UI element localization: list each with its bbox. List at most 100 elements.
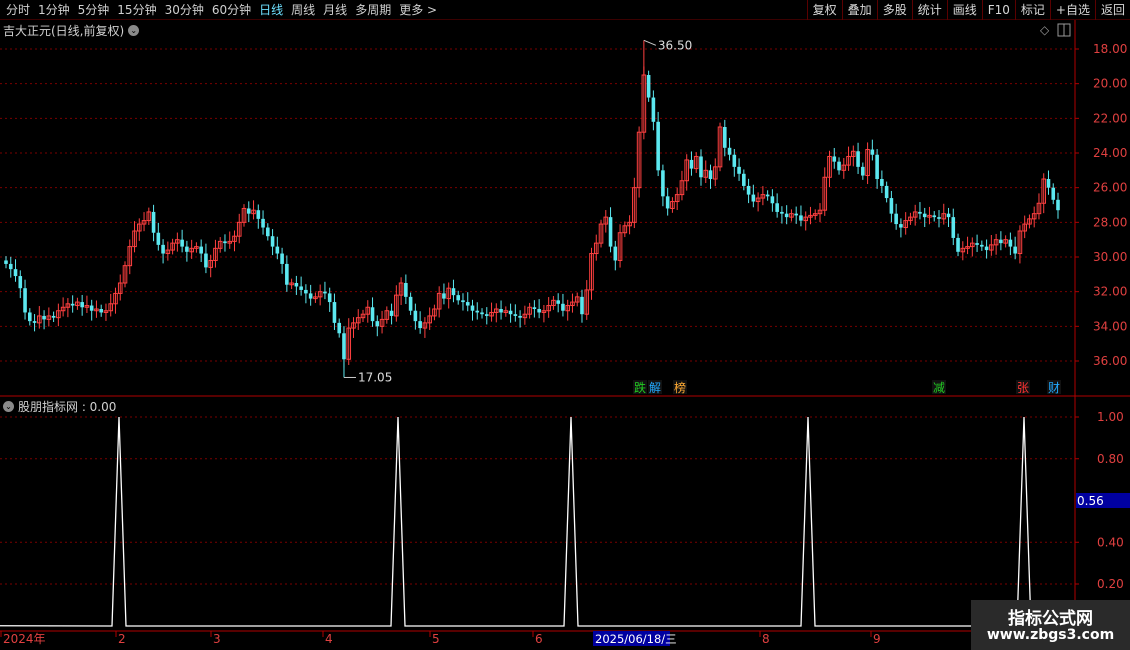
event-tag: 跌	[634, 380, 646, 395]
x-tick-label: 5	[432, 632, 440, 646]
candle-body	[856, 151, 860, 167]
candle-body	[951, 217, 956, 238]
candle-body	[375, 321, 380, 327]
period-tab-6[interactable]: 日线	[255, 0, 287, 20]
candle-body	[884, 185, 889, 199]
candle-body	[861, 166, 865, 176]
y-tick-label: 0.40	[1097, 535, 1124, 549]
y-tick-label: 24.00	[1093, 146, 1127, 160]
candle-body	[751, 194, 756, 202]
x-tick-label: 6	[535, 632, 543, 646]
y-tick-label: 22.00	[1093, 111, 1127, 125]
candle-body	[8, 263, 13, 270]
candle-body	[984, 246, 989, 251]
toolbar-button-3[interactable]: 统计	[911, 0, 947, 20]
candle-body	[475, 310, 480, 313]
chart-canvas[interactable]: 36.50 17.05 跌解榜 减 张 财 36.00 34.00 32.00 30.00 28.…	[0, 20, 1130, 650]
candle-body	[561, 303, 565, 311]
candle-body	[1051, 187, 1056, 200]
candle-body	[656, 121, 660, 171]
high-pointer	[643, 39, 657, 46]
candle-body	[722, 127, 727, 148]
candle-body	[204, 253, 208, 268]
candle-body	[275, 246, 280, 254]
y-tick-label: 32.00	[1093, 285, 1127, 299]
candle-body	[999, 239, 1003, 244]
y-tick-label: 28.00	[1093, 215, 1127, 229]
candle-body	[775, 203, 779, 212]
chevron-down-icon[interactable]: ⌄	[3, 401, 14, 412]
candle-body	[80, 302, 84, 308]
candle-body	[389, 310, 394, 316]
candle-body	[4, 260, 8, 264]
period-tab-8[interactable]: 月线	[319, 0, 351, 20]
candle-body	[342, 333, 346, 360]
candle-body	[337, 322, 342, 334]
x-tick-label: 9	[873, 632, 881, 646]
candle-body	[408, 296, 413, 311]
toolbar-button-0[interactable]: 复权	[806, 0, 842, 20]
period-tab-3[interactable]: 15分钟	[113, 0, 160, 20]
candle-body	[613, 246, 618, 261]
toolbar-button-4[interactable]: 画线	[946, 0, 982, 20]
candle-body	[42, 315, 46, 320]
candle-body	[513, 314, 518, 316]
candle-body	[246, 208, 251, 214]
event-tag: 榜	[674, 380, 686, 395]
candle-body	[832, 156, 837, 162]
candle-body	[413, 310, 418, 322]
y-tick-label: 34.00	[1093, 319, 1127, 333]
toolbar-button-1[interactable]: 叠加	[841, 0, 877, 20]
chevron-down-icon[interactable]: ⌄	[128, 25, 140, 36]
candle-body	[518, 315, 522, 318]
candle-body	[661, 170, 665, 197]
stock-title: 吉大正元(日线,前复权)	[3, 24, 125, 38]
candle-body	[918, 211, 922, 214]
period-tab-4[interactable]: 30分钟	[161, 0, 208, 20]
watermark-url: www.zbgs3.com	[986, 627, 1115, 643]
candle-body	[327, 293, 332, 303]
period-tab-2[interactable]: 5分钟	[74, 0, 114, 20]
candle-body	[461, 300, 465, 303]
candle-body	[780, 211, 784, 214]
period-tab-5[interactable]: 60分钟	[208, 0, 255, 20]
period-tab-1[interactable]: 1分钟	[34, 0, 74, 20]
candle-body	[308, 293, 313, 299]
period-tab-10[interactable]: 更多 >	[395, 0, 441, 20]
candle-body	[799, 215, 803, 221]
low-price-label: 17.05	[358, 370, 392, 384]
candle-body	[765, 194, 770, 197]
candle-body	[51, 315, 56, 318]
candle-body	[285, 263, 289, 285]
candle-body	[499, 309, 503, 313]
period-tab-0[interactable]: 分时	[2, 0, 34, 20]
candle-body	[665, 196, 670, 209]
candle-body	[1008, 239, 1013, 247]
y-tick-label: 30.00	[1093, 250, 1127, 264]
candle-body	[784, 213, 789, 218]
period-tab-7[interactable]: 周线	[287, 0, 319, 20]
candle-body	[180, 239, 184, 247]
candlestick-series: 36.50 17.05 跌解榜 减 张 财	[4, 38, 1061, 395]
candle-body	[646, 75, 651, 98]
candle-body	[89, 305, 94, 311]
candle-body	[537, 309, 541, 313]
candle-body	[794, 213, 798, 216]
candle-body	[199, 246, 203, 254]
event-tag: 张	[1017, 381, 1029, 395]
period-tab-9[interactable]: 多周期	[351, 0, 395, 20]
toolbar-button-8[interactable]: 返回	[1094, 0, 1130, 20]
candle-body	[837, 161, 841, 171]
indicator-title: 股朋指标网 : 0.00	[18, 400, 117, 414]
toolbar-button-2[interactable]: 多股	[876, 0, 912, 20]
candle-body	[737, 166, 741, 174]
y-tick-label: 0.20	[1097, 577, 1124, 591]
toolbar-button-6[interactable]: 标记	[1014, 0, 1050, 20]
candle-body	[689, 159, 694, 169]
candle-body	[870, 149, 875, 155]
event-tag: 解	[649, 381, 661, 395]
candle-body	[161, 244, 165, 254]
toolbar-button-5[interactable]: F10	[981, 0, 1015, 20]
candle-body	[708, 170, 713, 179]
toolbar-button-7[interactable]: +自选	[1049, 0, 1095, 20]
